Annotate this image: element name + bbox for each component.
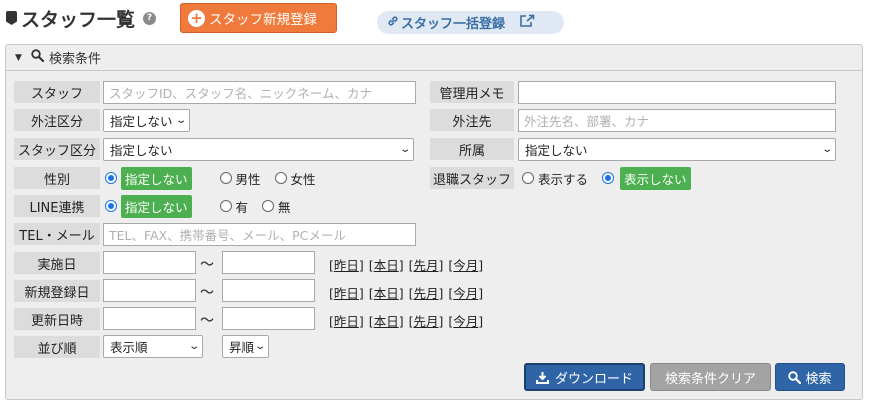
label-staff: スタッフ [14, 81, 100, 103]
help-icon[interactable]: ? [143, 12, 156, 25]
outsource-type-value: 指定しない [110, 114, 173, 129]
label-event-date: 実施日 [14, 252, 100, 274]
page-title: スタッフ一覧 [6, 5, 135, 31]
label-updated-date: 更新日時 [14, 308, 100, 330]
line-option-unspecified[interactable]: 指定しない [105, 194, 192, 218]
bookmark-icon [6, 11, 17, 25]
quick-link-yesterday[interactable]: [昨日] [329, 286, 364, 301]
gender-radio-group: 指定しない 男性 女性 [105, 166, 330, 190]
search-label: 検索 [805, 371, 832, 387]
panel-title: 検索条件 [49, 52, 102, 67]
registered-date-to-input[interactable] [222, 279, 315, 302]
gender-option-female[interactable]: 女性 [274, 169, 316, 188]
quick-link-yesterday[interactable]: [昨日] [329, 314, 364, 329]
gender-option-unspecified[interactable]: 指定しない [105, 166, 192, 190]
sort-order-value: 昇順 [229, 340, 255, 355]
radio[interactable] [219, 172, 232, 184]
plus-icon: + [188, 9, 205, 27]
label-registered-date: 新規登録日 [14, 280, 100, 302]
label-line: LINE連携 [14, 195, 100, 217]
gender-option-male[interactable]: 男性 [219, 169, 261, 188]
label-staff-type: スタッフ区分 [14, 138, 100, 160]
date-separator: ～ [200, 313, 214, 329]
chevron-down-icon: ⌄ [253, 341, 266, 352]
chevron-down-icon: ⌄ [820, 144, 833, 155]
updated-date-to-input[interactable] [222, 307, 315, 330]
quick-link-last-month[interactable]: [先月] [409, 286, 444, 301]
quick-link-this-month[interactable]: [今月] [448, 314, 483, 329]
affiliation-value: 指定しない [525, 143, 588, 158]
quick-link-this-month[interactable]: [今月] [448, 258, 483, 273]
link-icon [387, 15, 399, 31]
label-outsource: 外注先 [430, 109, 514, 131]
download-button[interactable]: ダウンロード [524, 363, 645, 391]
search-icon [31, 49, 45, 66]
retired-option-hide[interactable]: 表示しない [602, 166, 691, 190]
label-retired: 退職スタッフ [430, 167, 514, 189]
radio-checked[interactable] [105, 172, 117, 184]
radio-checked[interactable] [105, 200, 117, 212]
new-staff-button[interactable]: + スタッフ新規登録 [180, 3, 337, 33]
label-gender: 性別 [14, 167, 100, 189]
radio[interactable] [274, 172, 287, 184]
label-memo: 管理用メモ [430, 81, 514, 103]
event-date-quick-links: [昨日] [本日] [先月] [今月] [329, 255, 488, 274]
external-link-icon [519, 14, 535, 32]
radio[interactable] [219, 200, 232, 212]
bulk-register-button[interactable]: スタッフ一括登録 [377, 11, 564, 34]
line-option-yes[interactable]: 有 [219, 197, 248, 216]
page-title-text: スタッフ一覧 [21, 8, 136, 31]
sort-order-select[interactable]: 昇順 ⌄ [222, 335, 269, 358]
date-separator: ～ [200, 285, 214, 301]
affiliation-select[interactable]: 指定しない ⌄ [518, 138, 836, 161]
outsource-type-select[interactable]: 指定しない ⌄ [103, 109, 190, 132]
staff-type-value: 指定しない [110, 143, 173, 158]
label-tel: TEL・メール [14, 223, 100, 245]
tel-mail-input[interactable]: TEL、FAX、携帯番号、メール、PCメール [103, 223, 416, 246]
line-option-no[interactable]: 無 [262, 197, 291, 216]
quick-link-last-month[interactable]: [先月] [409, 258, 444, 273]
registered-date-from-input[interactable] [103, 279, 196, 302]
quick-link-today[interactable]: [本日] [369, 286, 404, 301]
label-sort: 並び順 [14, 336, 100, 358]
quick-link-today[interactable]: [本日] [369, 314, 404, 329]
staff-type-select[interactable]: 指定しない ⌄ [103, 138, 414, 161]
retired-radio-group: 表示する 表示しない [522, 166, 705, 190]
label-outsource-type: 外注区分 [14, 109, 100, 131]
search-icon [788, 370, 802, 384]
event-date-from-input[interactable] [103, 251, 196, 274]
sort-field-value: 表示順 [110, 340, 148, 355]
download-label: ダウンロード [554, 371, 633, 387]
bulk-register-label: スタッフ一括登録 [401, 17, 506, 32]
quick-link-this-month[interactable]: [今月] [448, 286, 483, 301]
chevron-down-icon: ⌄ [187, 341, 200, 352]
clear-conditions-button[interactable]: 検索条件クリア [650, 363, 771, 391]
sort-field-select[interactable]: 表示順 ⌄ [103, 335, 203, 358]
radio[interactable] [262, 200, 275, 212]
retired-option-show[interactable]: 表示する [522, 169, 588, 188]
radio-checked[interactable] [602, 172, 615, 184]
label-affiliation: 所属 [430, 138, 514, 160]
new-staff-label: スタッフ新規登録 [209, 12, 317, 28]
search-panel-header[interactable]: ▼ 検索条件 [6, 45, 862, 71]
staff-search-input[interactable]: スタッフID、スタッフ名、ニックネーム、カナ [103, 81, 416, 104]
quick-link-yesterday[interactable]: [昨日] [329, 258, 364, 273]
outsource-input[interactable]: 外注先名、部署、カナ [518, 109, 836, 132]
chevron-down-icon: ⌄ [398, 144, 411, 155]
event-date-to-input[interactable] [222, 251, 315, 274]
quick-link-today[interactable]: [本日] [369, 258, 404, 273]
updated-date-from-input[interactable] [103, 307, 196, 330]
radio[interactable] [522, 172, 534, 184]
collapse-caret-icon[interactable]: ▼ [15, 53, 27, 63]
line-radio-group: 指定しない 有 無 [105, 194, 305, 218]
search-button[interactable]: 検索 [775, 363, 845, 391]
updated-date-quick-links: [昨日] [本日] [先月] [今月] [329, 311, 488, 330]
registered-date-quick-links: [昨日] [本日] [先月] [今月] [329, 283, 488, 302]
memo-input[interactable] [518, 81, 836, 104]
quick-link-last-month[interactable]: [先月] [409, 314, 444, 329]
download-icon [535, 371, 549, 384]
chevron-down-icon: ⌄ [174, 115, 187, 126]
date-separator: ～ [200, 257, 214, 273]
